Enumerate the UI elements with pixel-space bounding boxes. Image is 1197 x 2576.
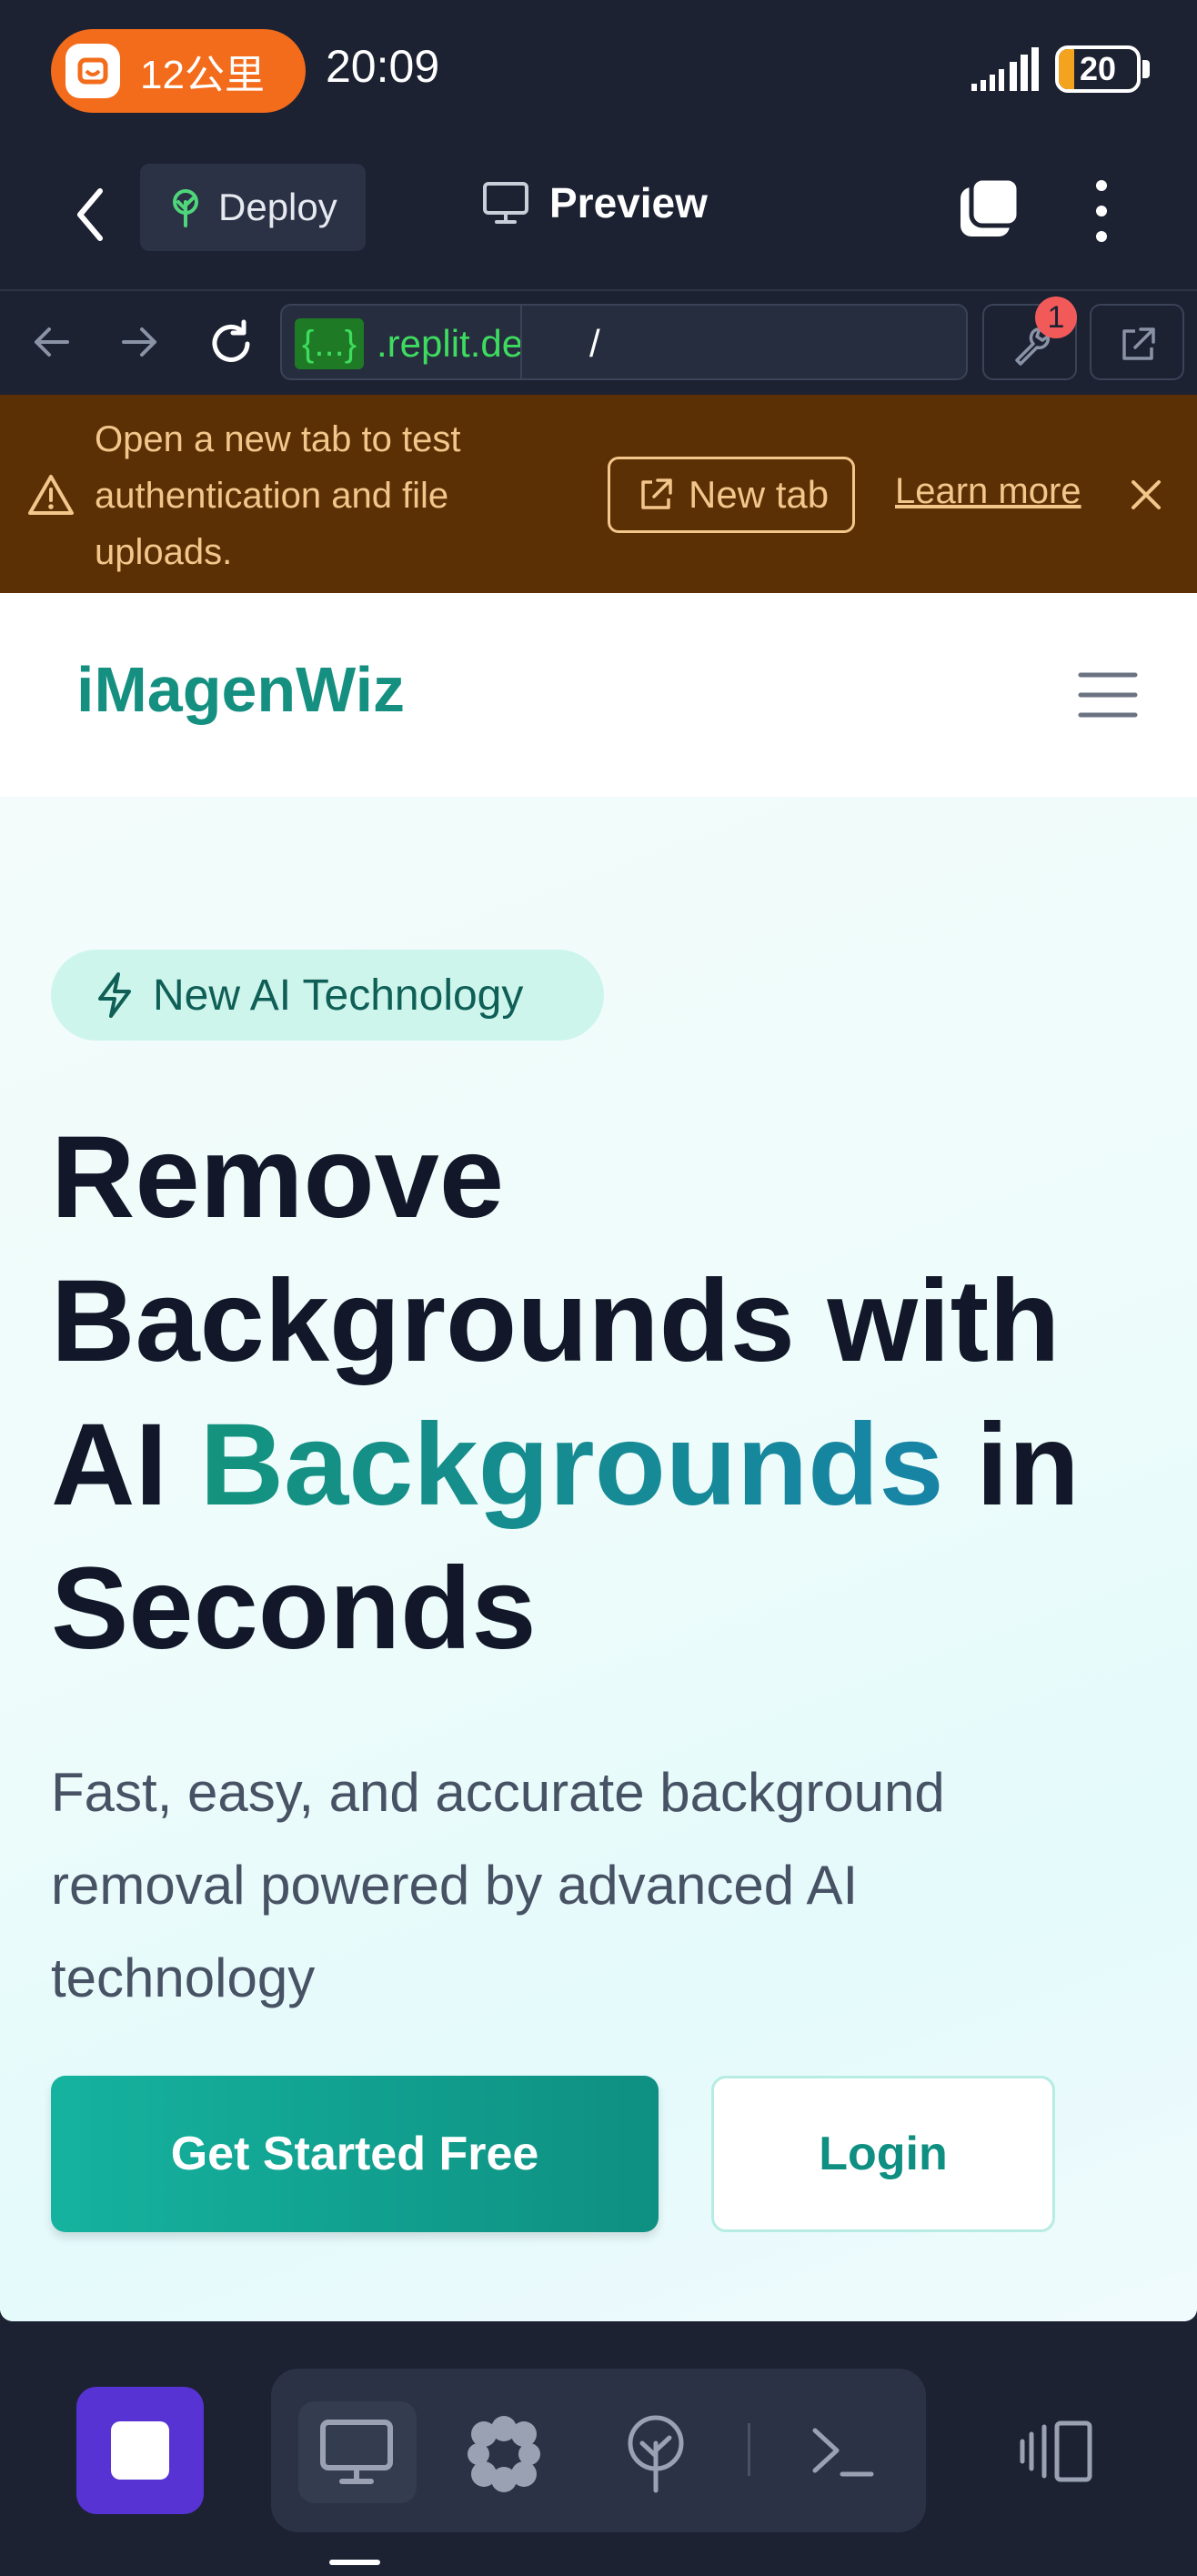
external-link-icon — [641, 478, 672, 509]
site-navbar: iMagenWiz — [0, 593, 1197, 797]
new-tech-pill: New AI Technology — [51, 950, 604, 1041]
url-input[interactable]: {...} .replit.dev / — [280, 304, 968, 380]
stop-button[interactable] — [76, 2387, 204, 2514]
monitor-icon — [483, 182, 528, 224]
deploy-label: Deploy — [218, 186, 337, 228]
hamburger-icon[interactable] — [1077, 669, 1139, 720]
tool-switcher — [271, 2369, 926, 2532]
login-button[interactable]: Login — [711, 2076, 1055, 2232]
deploy-tree-icon — [173, 189, 198, 227]
banner-message: Open a new tab to test authentication an… — [95, 419, 461, 572]
hero-section: New AI Technology Remove Backgrounds wit… — [0, 797, 1197, 2321]
status-bar: 12公里 20:09 20 — [0, 0, 1197, 146]
side-panel-icon[interactable] — [1019, 2420, 1095, 2483]
url-path: / — [589, 322, 600, 365]
signal-icon — [971, 47, 1039, 91]
clock: 20:09 — [326, 41, 440, 92]
hero-headline: Remove Backgrounds with AI Backgrounds i… — [51, 1106, 1161, 1681]
warning-banner: Open a new tab to test authentication an… — [0, 395, 1197, 593]
headline-accent: Backgrounds — [199, 1400, 944, 1530]
bottom-toolbar — [0, 2321, 1197, 2576]
url-bar: {...} .replit.dev / — [0, 289, 1197, 395]
battery-level: 20 — [1079, 50, 1117, 87]
hero-subtext: Fast, easy, and accurate background remo… — [51, 1762, 945, 2008]
devtools-badge: 1 — [1035, 297, 1077, 338]
ride-app-icon — [65, 44, 120, 98]
bolt-icon — [98, 972, 131, 1018]
close-icon[interactable] — [1128, 477, 1164, 513]
warning-icon — [28, 475, 74, 515]
stop-icon — [111, 2421, 169, 2480]
external-link-icon — [1122, 327, 1155, 360]
ride-status-pill[interactable]: 12公里 — [51, 29, 306, 113]
preview-webview: iMagenWiz New AI Technology Remove Backg… — [0, 593, 1197, 2321]
deploy-button[interactable]: Deploy — [140, 164, 366, 251]
preview-tab[interactable]: Preview — [482, 178, 708, 227]
monitor-icon — [320, 2420, 393, 2484]
tabs-icon[interactable] — [957, 175, 1022, 240]
arrow-right-icon[interactable] — [116, 318, 164, 366]
get-started-button[interactable]: Get Started Free — [51, 2076, 659, 2232]
ride-distance: 12公里 — [140, 53, 265, 97]
deploy-tree-icon[interactable] — [624, 2414, 688, 2494]
site-logo[interactable]: iMagenWiz — [76, 653, 405, 726]
learn-more-link[interactable]: Learn more — [895, 471, 1081, 512]
open-external-button[interactable] — [1090, 304, 1184, 380]
pill-label: New AI Technology — [153, 971, 524, 1020]
url-prefix: {...} — [295, 318, 365, 369]
kebab-icon[interactable] — [1088, 176, 1115, 246]
terminal-icon[interactable] — [810, 2425, 875, 2480]
replit-topbar: Deploy Preview — [0, 146, 1197, 287]
home-indicator — [329, 2560, 380, 2565]
reload-icon[interactable] — [206, 318, 256, 369]
arrow-left-icon[interactable] — [27, 318, 75, 366]
preview-label: Preview — [549, 179, 708, 226]
workflow-icon[interactable] — [464, 2414, 544, 2494]
new-tab-label: New tab — [689, 473, 830, 516]
chevron-left-icon[interactable] — [65, 178, 116, 251]
new-tab-button[interactable]: New tab — [608, 457, 855, 533]
battery-icon: 20 — [1055, 45, 1141, 93]
